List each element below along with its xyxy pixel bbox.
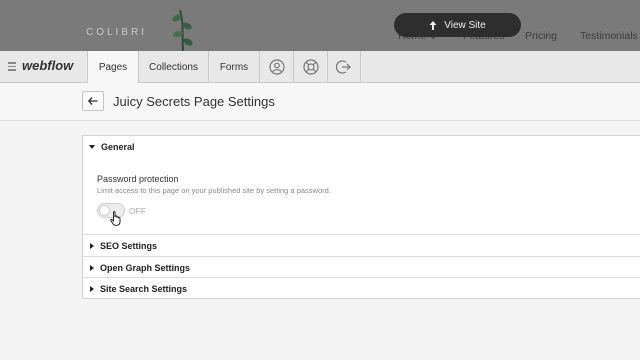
page-title: Juicy Secrets Page Settings [113, 94, 275, 109]
section-general-title: General [101, 142, 135, 152]
help-icon [302, 59, 319, 75]
section-general-header[interactable]: General [83, 136, 640, 158]
section-open-graph[interactable]: Open Graph Settings [83, 257, 640, 278]
tab-logout[interactable] [327, 51, 361, 83]
section-open-graph-header[interactable]: Open Graph Settings [83, 257, 640, 278]
tab-account[interactable] [259, 51, 293, 83]
settings-panel: General Password protection Limit access… [82, 135, 640, 299]
view-site-label: View Site [444, 19, 486, 31]
section-seo[interactable]: SEO Settings [83, 235, 640, 257]
arrow-up-icon [429, 20, 437, 30]
tab-pages[interactable]: Pages [87, 51, 138, 84]
section-seo-header[interactable]: SEO Settings [83, 235, 640, 257]
section-open-graph-title: Open Graph Settings [100, 262, 191, 273]
tab-forms[interactable]: Forms [208, 51, 259, 83]
section-site-search-title: Site Search Settings [100, 283, 188, 294]
tab-collections-label: Collections [149, 61, 198, 73]
site-preview: COLIBRI Home ⌄ Features Pricing Testimon… [0, 0, 640, 51]
caret-right-icon [90, 285, 94, 292]
back-button[interactable] [82, 91, 104, 111]
section-site-search-header[interactable]: Site Search Settings [83, 278, 640, 299]
arrow-left-icon [88, 97, 98, 105]
site-nav-pricing: Pricing [525, 30, 558, 42]
toggle-state-label: OFF [129, 206, 146, 216]
tab-help[interactable] [293, 51, 327, 83]
menu-icon[interactable] [8, 62, 16, 73]
hand-cursor-icon [110, 211, 121, 226]
toggle-knob [99, 205, 110, 216]
password-protection-label: Password protection [97, 174, 179, 184]
page-header: Juicy Secrets Page Settings [0, 83, 640, 121]
tab-collections[interactable]: Collections [138, 51, 208, 83]
section-seo-title: SEO Settings [100, 241, 158, 251]
caret-right-icon [90, 264, 94, 271]
password-protection-help: Limit access to this page on your publis… [97, 186, 331, 195]
site-nav-testimonials: Testimonials [580, 30, 638, 42]
site-logo: COLIBRI [86, 27, 148, 38]
editor-bar: webflow Pages Collections Forms [0, 51, 640, 84]
section-general: General Password protection Limit access… [83, 136, 640, 235]
tab-forms-label: Forms [219, 61, 249, 73]
webflow-logo: webflow [22, 58, 74, 73]
caret-right-icon [90, 243, 94, 249]
logout-icon [336, 60, 351, 74]
caret-down-icon [89, 145, 95, 149]
account-icon [268, 59, 285, 75]
section-site-search[interactable]: Site Search Settings [83, 278, 640, 299]
tab-pages-label: Pages [98, 62, 128, 73]
view-site-button[interactable]: View Site [394, 13, 521, 37]
plant-image [172, 9, 193, 51]
